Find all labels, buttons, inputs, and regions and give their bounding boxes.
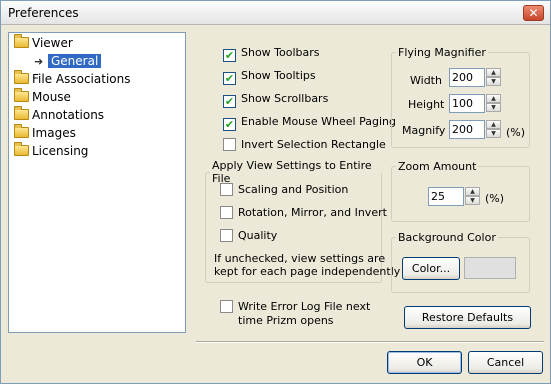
checkbox-unchecked-icon[interactable] xyxy=(223,138,236,151)
folder-icon xyxy=(14,142,29,156)
checkbox-unchecked-icon[interactable] xyxy=(220,300,233,313)
zoom-unit: (%) xyxy=(485,192,505,205)
height-label: Height xyxy=(408,98,445,111)
preferences-window: Preferences ✕ Viewer ➜ General File Assoc… xyxy=(0,0,551,384)
folder-icon xyxy=(14,124,29,138)
magnify-spinner[interactable]: ▲ ▼ xyxy=(486,120,501,139)
zoom-spinner[interactable]: ▲ ▼ xyxy=(465,187,480,206)
tree-item-viewer[interactable]: Viewer xyxy=(14,34,73,52)
apply-view-legend: Apply View Settings to Entire File xyxy=(212,159,372,185)
folder-icon xyxy=(14,88,29,102)
spin-down-icon[interactable]: ▼ xyxy=(486,103,501,112)
zoom-input[interactable] xyxy=(428,187,464,206)
spin-up-icon[interactable]: ▲ xyxy=(486,120,501,129)
magnify-unit: (%) xyxy=(506,126,526,139)
tree-item-general[interactable]: ➜ General xyxy=(34,54,102,70)
tree-item-licensing[interactable]: Licensing xyxy=(14,142,88,160)
close-icon: ✕ xyxy=(528,6,539,20)
rotation-mirror-checkbox[interactable]: Rotation, Mirror, and Invert xyxy=(220,206,387,222)
apply-view-note-line1: If unchecked, view settings are xyxy=(214,252,386,265)
folder-icon xyxy=(14,34,29,48)
spin-up-icon[interactable]: ▲ xyxy=(486,68,501,77)
ok-button[interactable]: OK xyxy=(387,351,462,374)
title-bar[interactable]: Preferences ✕ xyxy=(1,1,550,25)
width-input[interactable] xyxy=(449,68,485,87)
scaling-position-checkbox[interactable]: Scaling and Position xyxy=(220,183,348,199)
error-log-label-line2: time Prizm opens xyxy=(238,314,334,327)
checkbox-checked-icon[interactable]: ✔ xyxy=(223,95,236,108)
tree-item-images[interactable]: Images xyxy=(14,124,76,142)
apply-view-note-line2: kept for each page independently xyxy=(214,265,401,278)
checkbox-unchecked-icon[interactable] xyxy=(220,206,233,219)
spin-down-icon[interactable]: ▼ xyxy=(465,196,480,205)
restore-defaults-button[interactable]: Restore Defaults xyxy=(404,306,531,329)
magnify-label: Magnify xyxy=(402,124,446,137)
background-color-swatch xyxy=(464,257,516,279)
quality-checkbox[interactable]: Quality xyxy=(220,229,277,245)
spin-up-icon[interactable]: ▲ xyxy=(465,187,480,196)
checkbox-checked-icon[interactable]: ✔ xyxy=(223,72,236,85)
spin-down-icon[interactable]: ▼ xyxy=(486,77,501,86)
height-spinner[interactable]: ▲ ▼ xyxy=(486,94,501,113)
show-scrollbars-checkbox[interactable]: ✔ Show Scrollbars xyxy=(223,92,328,108)
separator xyxy=(196,341,544,343)
width-spinner[interactable]: ▲ ▼ xyxy=(486,68,501,87)
category-tree[interactable]: Viewer ➜ General File Associations Mouse … xyxy=(8,32,186,333)
tree-item-annotations[interactable]: Annotations xyxy=(14,106,104,124)
zoom-amount-legend: Zoom Amount xyxy=(398,160,477,173)
magnify-input[interactable] xyxy=(449,120,485,139)
folder-icon xyxy=(14,106,29,120)
background-color-legend: Background Color xyxy=(398,231,496,244)
checkbox-unchecked-icon[interactable] xyxy=(220,229,233,242)
width-label: Width xyxy=(410,74,442,87)
height-input[interactable] xyxy=(449,94,485,113)
show-tooltips-checkbox[interactable]: ✔ Show Tooltips xyxy=(223,69,316,85)
color-button[interactable]: Color... xyxy=(402,257,460,280)
checkbox-unchecked-icon[interactable] xyxy=(220,183,233,196)
checkbox-checked-icon[interactable]: ✔ xyxy=(223,118,236,131)
tree-item-mouse[interactable]: Mouse xyxy=(14,88,71,106)
spin-down-icon[interactable]: ▼ xyxy=(486,129,501,138)
folder-icon xyxy=(14,70,29,84)
flying-magnifier-legend: Flying Magnifier xyxy=(398,46,486,59)
close-button[interactable]: ✕ xyxy=(523,5,544,21)
window-title: Preferences xyxy=(8,6,79,20)
checkbox-checked-icon[interactable]: ✔ xyxy=(223,49,236,62)
tree-item-file-associations[interactable]: File Associations xyxy=(14,70,130,88)
invert-selection-checkbox[interactable]: Invert Selection Rectangle xyxy=(223,138,386,154)
arrow-right-icon: ➜ xyxy=(34,55,44,68)
show-toolbars-checkbox[interactable]: ✔ Show Toolbars xyxy=(223,46,320,62)
wheel-paging-checkbox[interactable]: ✔ Enable Mouse Wheel Paging xyxy=(223,115,396,131)
spin-up-icon[interactable]: ▲ xyxy=(486,94,501,103)
cancel-button[interactable]: Cancel xyxy=(468,351,543,374)
